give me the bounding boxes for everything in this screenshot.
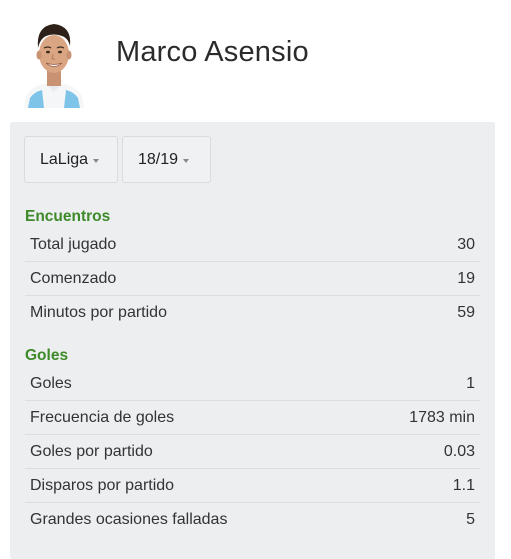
- stat-row: Disparos por partido 1.1: [25, 469, 480, 503]
- stat-label: Goles: [30, 374, 72, 392]
- caret-down-icon: [183, 158, 190, 163]
- stat-row: Grandes ocasiones falladas 5: [25, 503, 480, 537]
- stat-value: 19: [457, 269, 475, 287]
- player-name: Marco Asensio: [116, 36, 309, 68]
- stat-row: Total jugado 30: [25, 228, 480, 262]
- caret-down-icon: [93, 158, 100, 163]
- stat-value: 30: [457, 235, 475, 253]
- stat-row: Comenzado 19: [25, 262, 480, 296]
- stat-value: 5: [466, 511, 475, 528]
- stat-label: Goles por partido: [30, 442, 153, 460]
- stat-row: Frecuencia de goles 1783 min: [25, 401, 480, 435]
- stat-label: Minutos por partido: [30, 304, 167, 321]
- stat-row: Goles 1: [25, 367, 480, 401]
- stat-value: 59: [457, 304, 475, 321]
- stat-label: Disparos por partido: [30, 476, 175, 494]
- stat-value: 1.1: [452, 476, 475, 494]
- season-dropdown-label: 18/19: [138, 150, 179, 168]
- player-header: Marco Asensio: [0, 0, 511, 118]
- stats-list-goles: Goles 1 Frecuencia de goles 1783 min Gol…: [25, 367, 480, 537]
- stat-value: 1: [466, 374, 475, 392]
- season-dropdown[interactable]: 18/19: [122, 136, 211, 183]
- stat-value: 0.03: [443, 442, 475, 460]
- stat-label: Grandes ocasiones falladas: [30, 511, 228, 528]
- stat-value: 1783 min: [409, 408, 475, 426]
- stat-row: Goles por partido 0.03: [25, 435, 480, 469]
- stats-panel: LaLiga 18/19 Encuentros Total jugado 30 …: [10, 122, 495, 559]
- stats-list-encuentros: Total jugado 30 Comenzado 19 Minutos por…: [25, 228, 480, 330]
- stat-label: Total jugado: [30, 235, 117, 253]
- league-dropdown[interactable]: LaLiga: [24, 136, 118, 183]
- section-title-encuentros: Encuentros: [25, 208, 111, 225]
- section-title-goles: Goles: [25, 347, 69, 364]
- stat-label: Frecuencia de goles: [30, 408, 175, 426]
- stat-row: Minutos por partido 59: [25, 296, 480, 330]
- filter-row: LaLiga 18/19: [24, 136, 211, 184]
- stat-label: Comenzado: [30, 269, 117, 287]
- league-dropdown-label: LaLiga: [40, 150, 89, 168]
- player-avatar: [22, 12, 86, 108]
